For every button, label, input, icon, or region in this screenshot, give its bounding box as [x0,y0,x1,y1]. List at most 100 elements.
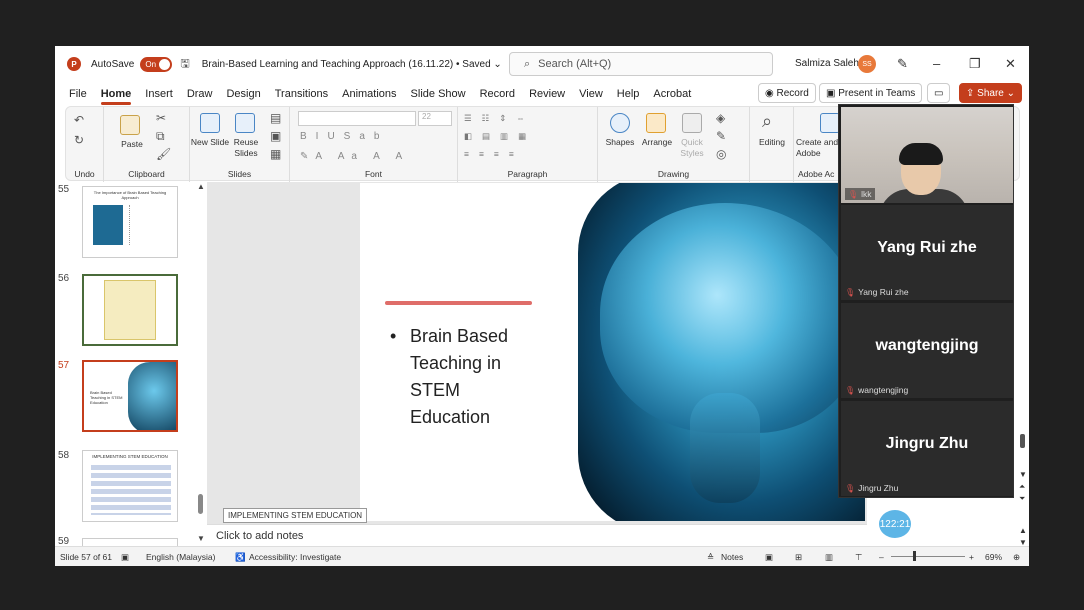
shapes-label[interactable]: Shapes [602,137,638,147]
search-box[interactable]: ⌕ Search (Alt+Q) [509,52,773,76]
tab-view[interactable]: View [579,88,603,100]
document-title[interactable]: Brain-Based Learning and Teaching Approa… [202,59,502,70]
normal-view-icon[interactable]: ▣ [765,552,773,563]
arrange-icon[interactable] [646,113,666,133]
tab-animations[interactable]: Animations [342,88,396,100]
next-slide-icon[interactable]: ⏷ [1019,494,1025,504]
accessibility-status[interactable]: Accessibility: Investigate [249,552,341,562]
reading-view-icon[interactable]: ▥ [825,552,833,563]
tab-record[interactable]: Record [480,88,515,100]
tab-design[interactable]: Design [226,88,260,100]
slide-sorter-icon[interactable]: ⊞ [795,552,802,563]
zoom-level[interactable]: 69% [985,552,1002,562]
quick-styles-label[interactable]: Quick Styles [674,137,710,159]
list-buttons[interactable]: ☰☷⇕⇔ [464,113,594,124]
tab-draw[interactable]: Draw [187,88,213,100]
shape-outline-icon[interactable]: ✎ [716,129,726,143]
ribbon-tabs: File Home Insert Draw Design Transitions… [55,82,1029,106]
arrange-label[interactable]: Arrange [638,137,676,147]
indent-buttons[interactable]: ◧▤▥▦ [464,131,594,142]
zoom-slider-thumb[interactable] [913,551,916,561]
cut-icon[interactable]: ✂ [156,111,166,125]
minimize-icon[interactable]: – [933,56,940,71]
share-button[interactable]: ⇪ Share ⌄ [959,83,1023,103]
tab-file[interactable]: File [69,88,87,100]
spellcheck-icon[interactable]: ▣ [121,552,129,563]
scroll-thumb[interactable] [1020,434,1025,448]
layout-icon[interactable]: ▤ [270,111,281,125]
zoom-out-icon[interactable]: – [879,552,884,562]
tab-slide-show[interactable]: Slide Show [411,88,466,100]
slide-thumbnail-55[interactable]: The Importance of Brain Based Teaching A… [82,186,178,258]
scroll-up-icon[interactable]: ▲ [1019,526,1027,535]
tab-acrobat[interactable]: Acrobat [653,88,691,100]
new-slide-label[interactable]: New Slide [190,137,230,148]
reuse-slides-icon[interactable] [235,113,255,133]
scroll-down-icon[interactable]: ▼ [1019,538,1027,547]
autosave-toggle[interactable]: On [140,56,173,72]
tab-home[interactable]: Home [100,88,131,105]
adobe-create-icon[interactable] [820,113,840,133]
present-in-teams-button[interactable]: ▣ Present in Teams [819,83,923,103]
paste-label[interactable]: Paste [112,139,152,149]
scroll-thumb[interactable] [198,494,203,514]
avatar[interactable]: SS [858,55,876,73]
tab-transitions[interactable]: Transitions [275,88,328,100]
shapes-icon[interactable] [610,113,630,133]
notes-toggle[interactable]: Notes [721,552,743,562]
redo-icon[interactable]: ↻ [74,133,84,147]
undo-icon[interactable]: ↶ [74,113,84,127]
editor-scrollbar[interactable]: ▼ ⏶ ⏷ ▲ ▼ [1015,170,1029,565]
quick-styles-icon[interactable] [682,113,702,133]
new-slide-icon[interactable] [200,113,220,133]
language[interactable]: English (Malaysia) [146,552,215,562]
reset-icon[interactable]: ▣ [270,129,281,143]
tab-insert[interactable]: Insert [145,88,173,100]
copy-icon[interactable]: ⧉ [156,129,165,144]
pen-icon[interactable]: ✎ [897,56,908,72]
slide-thumbnail-57[interactable]: Brain Based Teaching in STEM Education [82,360,178,432]
font-format-buttons[interactable]: BIUSab [300,131,450,142]
font-color-buttons[interactable]: ✎A Aa A A [300,151,450,162]
tab-help[interactable]: Help [617,88,640,100]
meeting-timer[interactable]: 122:21 [877,508,913,540]
reuse-slides-label[interactable]: Reuse Slides [226,137,266,159]
shape-fill-icon[interactable]: ◈ [716,111,725,125]
tab-review[interactable]: Review [529,88,565,100]
save-icon[interactable]: 🖫 [180,55,189,74]
participant-video-lkk[interactable]: 🎙 lkk [841,107,1013,203]
zoom-slider[interactable] [891,556,965,557]
editing-search-icon[interactable]: ⌕ [762,111,772,132]
slide-thumbnail-56[interactable] [82,274,178,346]
previous-slide-icon[interactable]: ⏶ [1019,482,1025,492]
comments-icon[interactable]: ▭ [927,83,951,103]
slide-thumbnail-58[interactable]: IMPLEMENTING STEM EDUCATION [82,450,178,522]
font-size-combo[interactable]: 22 [418,111,452,126]
accessibility-icon[interactable]: ♿ [235,552,246,563]
slideshow-icon[interactable]: ⊤ [855,552,862,563]
editing-label[interactable]: Editing [750,137,794,147]
participant-tile-yang-rui-zhe[interactable]: Yang Rui zhe 🎙 Yang Rui zhe [841,205,1013,300]
zoom-in-icon[interactable]: + [969,552,974,562]
restore-icon[interactable]: ❐ [969,56,981,72]
close-icon[interactable]: ✕ [1005,56,1016,72]
slide-bullet-text[interactable]: Brain Based Teaching in STEM Education [390,323,540,431]
user-name[interactable]: Salmiza Saleh [795,58,859,69]
record-button[interactable]: ◉ Record [758,83,816,103]
font-name-combo[interactable] [298,111,416,126]
align-buttons[interactable]: ≡≡≡≡ [464,149,594,159]
slide-editor: Brain Based Teaching in STEM Education [207,182,867,546]
thumbnails-scrollbar[interactable]: ▲ ▼ [195,182,207,546]
scroll-up-icon[interactable]: ▲ [197,182,205,191]
format-painter-icon[interactable]: 🖌 [156,147,171,161]
paste-icon[interactable] [120,115,140,135]
participant-tile-wangtengjing[interactable]: wangtengjing 🎙 wangtengjing [841,303,1013,398]
shape-effects-icon[interactable]: ◎ [716,147,726,161]
scroll-down-icon[interactable]: ▼ [1019,470,1027,479]
slide-canvas[interactable]: Brain Based Teaching in STEM Education [360,183,865,521]
participant-tile-jingru-zhu[interactable]: Jingru Zhu 🎙 Jingru Zhu [841,401,1013,496]
notes-pane[interactable]: Click to add notes [207,524,867,546]
notes-toggle-icon[interactable]: ≙ [707,552,714,563]
section-icon[interactable]: ▦ [270,147,281,161]
scroll-down-icon[interactable]: ▼ [197,534,205,543]
